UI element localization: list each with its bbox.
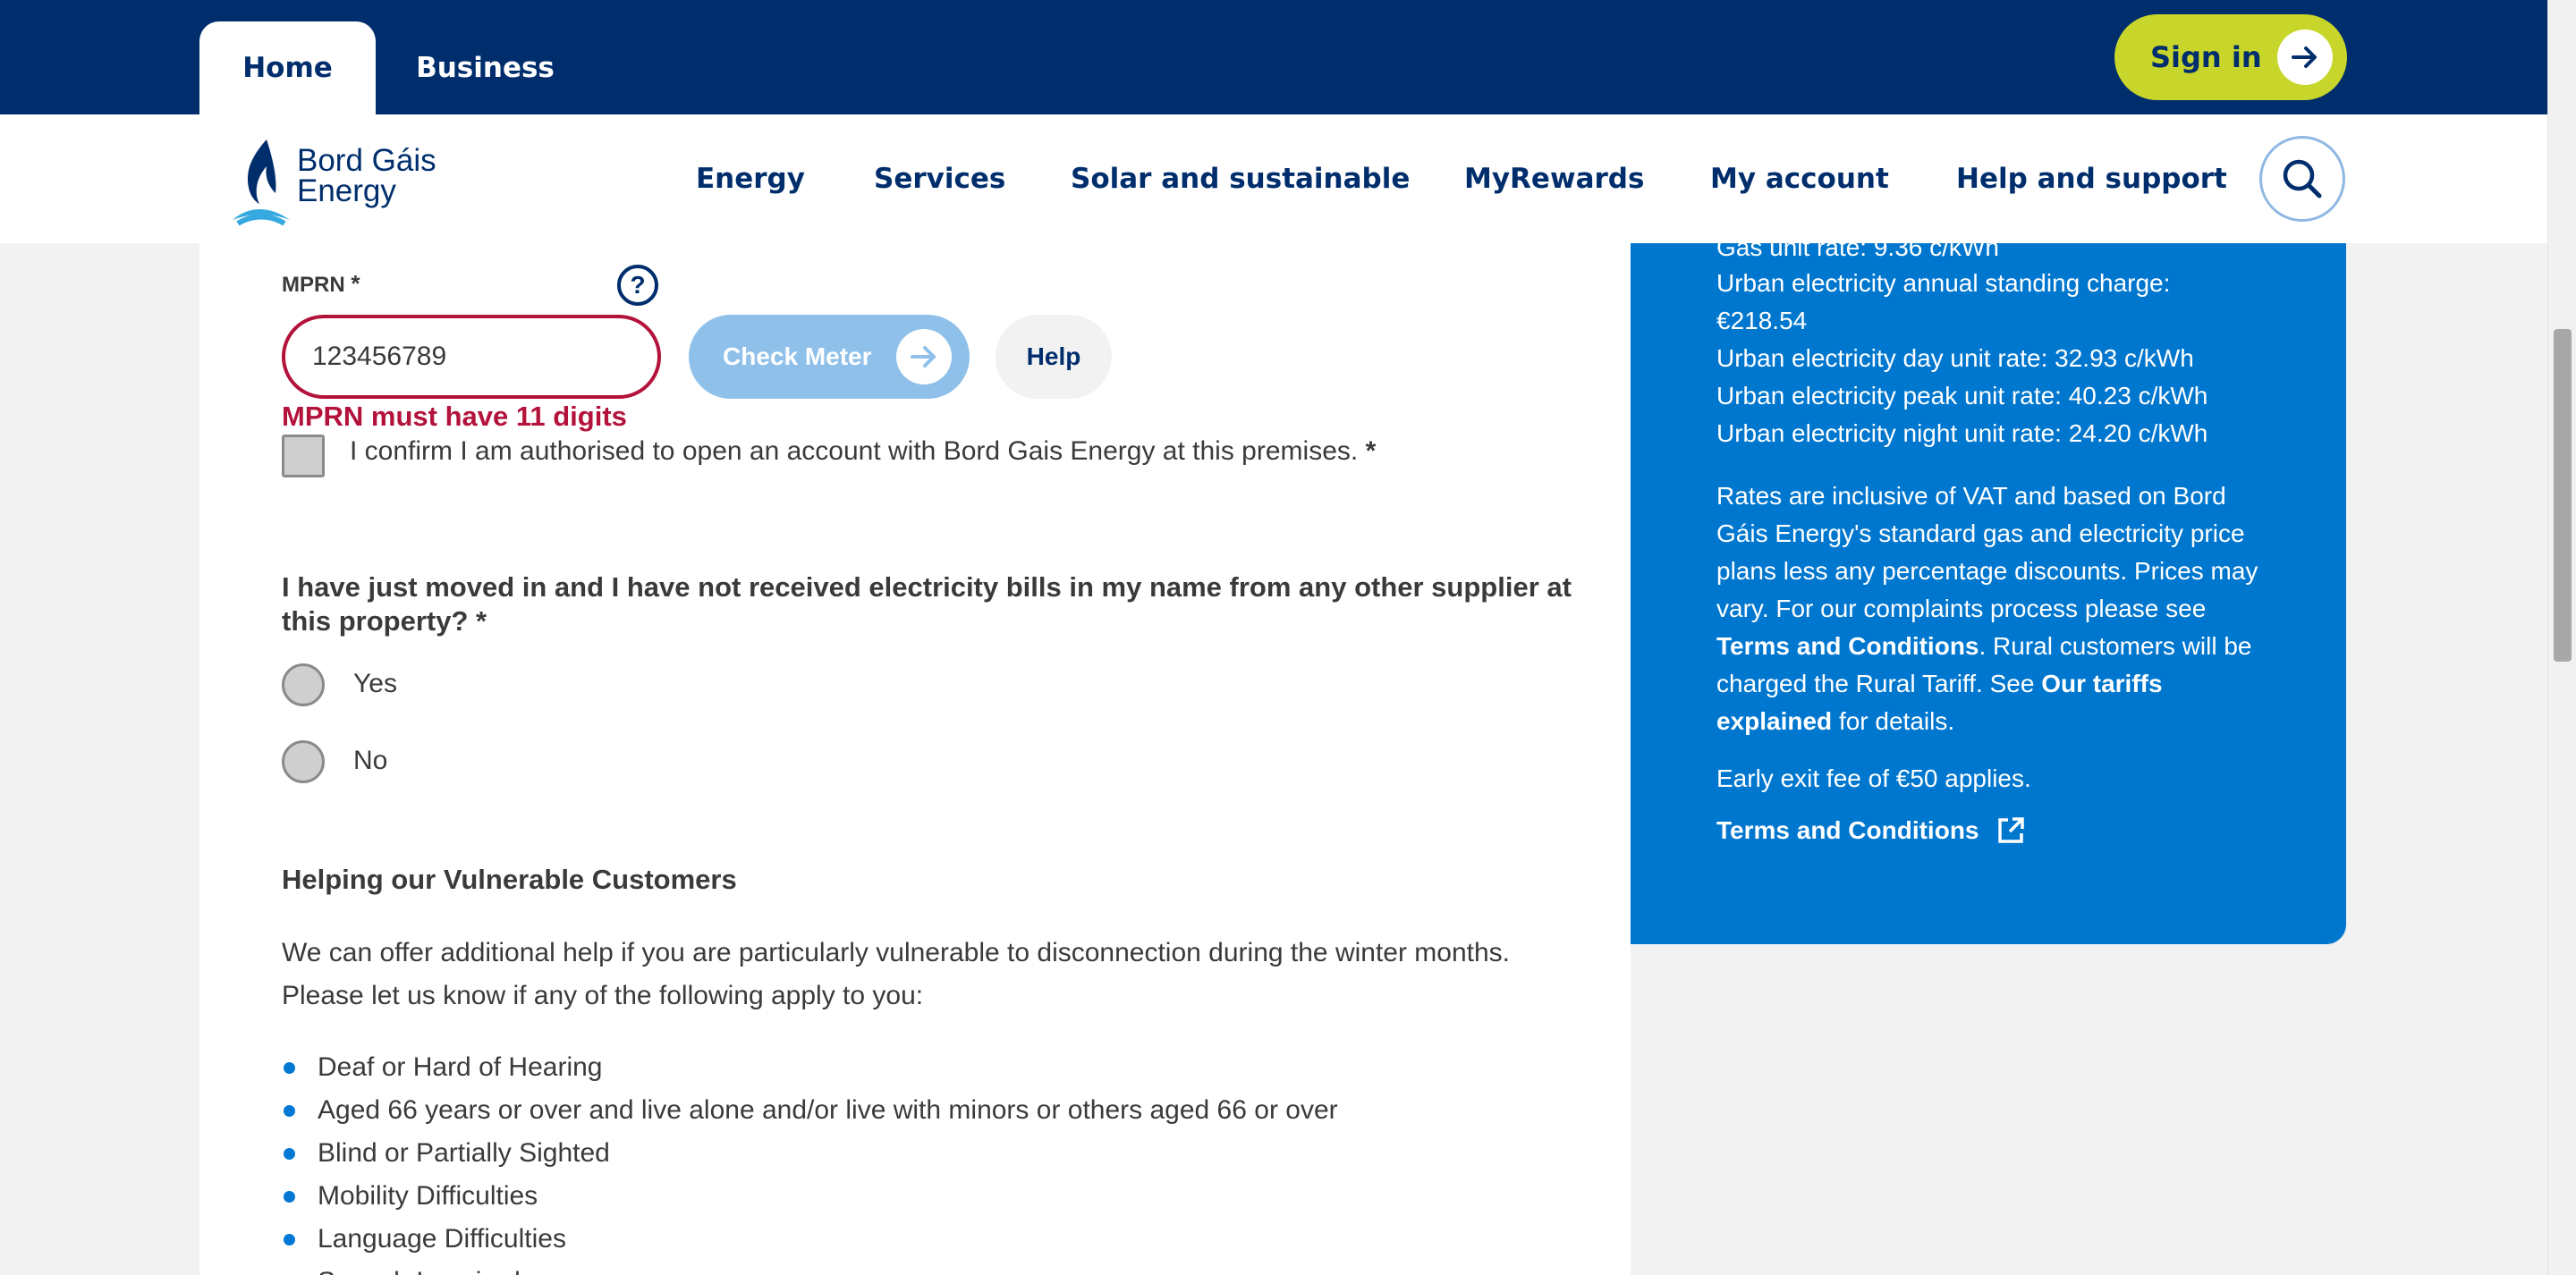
list-item: Mobility Difficulties bbox=[282, 1175, 1338, 1218]
rate-line: Urban electricity annual standing charge… bbox=[1716, 269, 2171, 297]
list-item: Deaf or Hard of Hearing bbox=[282, 1046, 1338, 1089]
nav-my-account[interactable]: My account bbox=[1710, 114, 1889, 243]
list-item: Aged 66 years or over and live alone and… bbox=[282, 1089, 1338, 1132]
mprn-label-text: MPRN bbox=[282, 273, 345, 297]
search-icon bbox=[2283, 159, 2322, 198]
list-item: Speech Impaired bbox=[282, 1261, 1338, 1275]
vulnerable-customers-body: We can offer additional help if you are … bbox=[282, 938, 1511, 1010]
check-meter-label: Check Meter bbox=[723, 342, 872, 370]
confirm-authorised-label: I confirm I am authorised to open an acc… bbox=[350, 436, 1376, 467]
required-star: * bbox=[351, 270, 360, 297]
confirm-authorised-checkbox[interactable] bbox=[282, 435, 325, 477]
required-star: * bbox=[1365, 436, 1377, 466]
disclaimer-text: for details. bbox=[1832, 707, 1955, 735]
page-scrollbar[interactable] bbox=[2547, 0, 2576, 1275]
rates-panel: Gas unit rate: 9.36 c/kWh Urban electric… bbox=[1631, 243, 2346, 944]
radio-no[interactable] bbox=[282, 740, 325, 783]
rate-line: Urban electricity peak unit rate: 40.23 … bbox=[1716, 382, 2208, 410]
arrow-right-icon bbox=[2277, 30, 2333, 85]
sign-in-button[interactable]: Sign in bbox=[2114, 14, 2347, 100]
search-button[interactable] bbox=[2259, 136, 2345, 222]
question-help-icon[interactable]: ? bbox=[617, 265, 658, 306]
nav-help-support[interactable]: Help and support bbox=[1956, 114, 2227, 243]
radio-yes[interactable] bbox=[282, 663, 325, 706]
rate-line: Urban electricity night unit rate: 24.20… bbox=[1716, 419, 2208, 447]
early-exit-fee: Early exit fee of €50 applies. bbox=[1716, 764, 2031, 792]
confirm-authorised-text: I confirm I am authorised to open an acc… bbox=[350, 436, 1359, 466]
terms-conditions-link[interactable]: Terms and Conditions bbox=[1716, 815, 2026, 846]
mprn-label: MPRN * bbox=[282, 270, 360, 298]
mprn-error-message: MPRN must have 11 digits bbox=[282, 401, 627, 432]
tab-business[interactable]: Business bbox=[402, 21, 568, 114]
top-bar: Home Business Sign in bbox=[0, 0, 2547, 114]
sign-in-label: Sign in bbox=[2150, 40, 2262, 74]
scrollbar-thumb[interactable] bbox=[2554, 329, 2572, 662]
check-meter-button[interactable]: Check Meter bbox=[689, 315, 970, 399]
list-item: Language Difficulties bbox=[282, 1218, 1338, 1261]
rates-disclaimer: Rates are inclusive of VAT and based on … bbox=[1716, 477, 2280, 740]
mprn-input[interactable] bbox=[282, 315, 661, 399]
radio-yes-label: Yes bbox=[353, 669, 397, 698]
vulnerable-customers-heading: Helping our Vulnerable Customers bbox=[282, 864, 737, 895]
required-star: * bbox=[476, 605, 487, 637]
signup-form: MPRN * ? Check Meter Help MPRN must have… bbox=[199, 243, 1631, 1275]
moved-in-question: I have just moved in and I have not rece… bbox=[282, 570, 1579, 638]
rate-line: Urban electricity day unit rate: 32.93 c… bbox=[1716, 344, 2194, 372]
nav-energy[interactable]: Energy bbox=[696, 114, 805, 243]
radio-no-label: No bbox=[353, 746, 388, 775]
bord-gais-logo[interactable]: Bord Gáis Energy bbox=[225, 134, 440, 227]
flame-icon bbox=[233, 139, 290, 226]
logo-text-line2: Energy bbox=[297, 173, 396, 208]
vulnerable-criteria-list: Deaf or Hard of Hearing Aged 66 years or… bbox=[282, 1046, 1338, 1275]
disclaimer-text: Rates are inclusive of VAT and based on … bbox=[1716, 482, 2258, 622]
list-item: Blind or Partially Sighted bbox=[282, 1132, 1338, 1175]
tab-home[interactable]: Home bbox=[199, 21, 376, 114]
arrow-right-icon bbox=[896, 329, 952, 384]
help-button[interactable]: Help bbox=[996, 315, 1112, 399]
nav-services[interactable]: Services bbox=[874, 114, 1005, 243]
external-link-icon bbox=[1997, 817, 2024, 843]
terms-conditions-link-inline[interactable]: Terms and Conditions bbox=[1716, 632, 1979, 660]
terms-conditions-label: Terms and Conditions bbox=[1716, 816, 1979, 844]
main-nav: Bord Gáis Energy Energy Services Solar a… bbox=[0, 114, 2547, 243]
rate-line: Gas unit rate: 9.36 c/kWh bbox=[1716, 243, 1999, 261]
nav-myrewards[interactable]: MyRewards bbox=[1464, 114, 1644, 243]
nav-solar-sustainable[interactable]: Solar and sustainable bbox=[1071, 114, 1410, 243]
rate-line: €218.54 bbox=[1716, 307, 1808, 334]
